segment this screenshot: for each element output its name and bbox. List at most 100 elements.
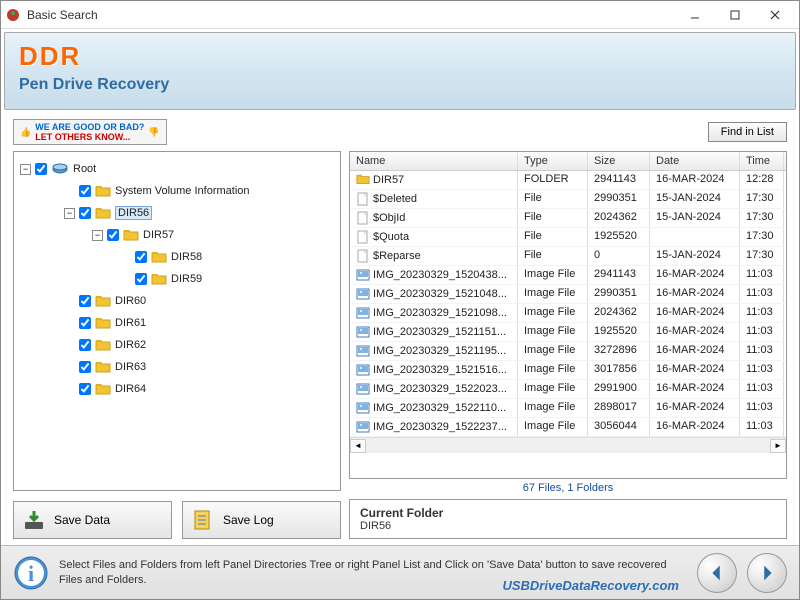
thumbs-down-icon: 👎	[148, 127, 159, 138]
cell-type: File	[518, 190, 588, 208]
toggle-icon[interactable]: −	[64, 208, 75, 219]
tree-checkbox[interactable]	[79, 317, 91, 329]
tree-item[interactable]: −DIR56	[18, 202, 336, 224]
tree-item[interactable]: DIR59	[18, 268, 336, 290]
nav-back-button[interactable]	[697, 553, 737, 593]
tree-label: DIR64	[115, 383, 146, 395]
current-folder-box: Current Folder DIR56	[349, 499, 787, 539]
cell-name: IMG_20230329_1522110...	[350, 399, 518, 417]
promo-button[interactable]: 👍 WE ARE GOOD OR BAD? LET OTHERS KNOW...…	[13, 119, 167, 145]
folder-icon	[95, 206, 111, 220]
cell-time: 17:30	[740, 247, 784, 265]
list-row[interactable]: IMG_20230329_1521098...Image File2024362…	[350, 304, 786, 323]
tree-checkbox[interactable]	[107, 229, 119, 241]
tree-label: DIR59	[171, 273, 202, 285]
image-icon	[356, 344, 370, 358]
tree-checkbox[interactable]	[135, 273, 147, 285]
list-row[interactable]: IMG_20230329_1522237...Image File3056044…	[350, 418, 786, 437]
titlebar: Basic Search	[1, 1, 799, 29]
main-content: − Root System Volume Information−DIR56−D…	[1, 151, 799, 545]
col-name[interactable]: Name	[350, 152, 518, 170]
col-date[interactable]: Date	[650, 152, 740, 170]
col-type[interactable]: Type	[518, 152, 588, 170]
cell-time: 11:03	[740, 323, 784, 341]
tree-item[interactable]: DIR61	[18, 312, 336, 334]
cell-type: Image File	[518, 266, 588, 284]
cell-name: IMG_20230329_1522023...	[350, 380, 518, 398]
image-icon	[356, 420, 370, 434]
image-icon	[356, 268, 370, 282]
tree-item[interactable]: System Volume Information	[18, 180, 336, 202]
tree-item[interactable]: DIR62	[18, 334, 336, 356]
tree-checkbox[interactable]	[135, 251, 147, 263]
cell-name: IMG_20230329_1521098...	[350, 304, 518, 322]
maximize-button[interactable]	[715, 3, 755, 27]
list-row[interactable]: $DeletedFile299035115-JAN-202417:30	[350, 190, 786, 209]
find-in-list-button[interactable]: Find in List	[708, 122, 787, 142]
tree-checkbox[interactable]	[79, 383, 91, 395]
cell-type: FOLDER	[518, 171, 588, 189]
image-icon	[356, 287, 370, 301]
directory-tree[interactable]: − Root System Volume Information−DIR56−D…	[13, 151, 341, 491]
cell-date: 15-JAN-2024	[650, 209, 740, 227]
cell-size: 2024362	[588, 209, 650, 227]
tree-item[interactable]: DIR64	[18, 378, 336, 400]
cell-time: 11:03	[740, 418, 784, 436]
tree-item[interactable]: DIR58	[18, 246, 336, 268]
drive-icon	[51, 162, 69, 176]
list-row[interactable]: $ReparseFile015-JAN-202417:30	[350, 247, 786, 266]
save-data-icon	[22, 508, 46, 532]
cell-name: DIR57	[350, 171, 518, 189]
cell-type: Image File	[518, 418, 588, 436]
cell-name: IMG_20230329_1521195...	[350, 342, 518, 360]
tree-label: DIR58	[171, 251, 202, 263]
left-panel: − Root System Volume Information−DIR56−D…	[13, 151, 341, 539]
folder-icon	[123, 228, 139, 242]
col-size[interactable]: Size	[588, 152, 650, 170]
list-row[interactable]: DIR57FOLDER294114316-MAR-202412:28	[350, 171, 786, 190]
save-data-button[interactable]: Save Data	[13, 501, 172, 539]
tree-checkbox[interactable]	[79, 295, 91, 307]
tree-label: DIR62	[115, 339, 146, 351]
tree-root[interactable]: − Root	[18, 158, 336, 180]
tree-label: Root	[73, 163, 96, 175]
file-list[interactable]: Name Type Size Date Time DIR57FOLDER2941…	[349, 151, 787, 479]
scroll-right-button[interactable]: ►	[770, 439, 786, 453]
close-button[interactable]	[755, 3, 795, 27]
cell-date: 16-MAR-2024	[650, 285, 740, 303]
file-icon	[356, 211, 370, 225]
save-log-button[interactable]: Save Log	[182, 501, 341, 539]
col-time[interactable]: Time	[740, 152, 784, 170]
nav-forward-button[interactable]	[747, 553, 787, 593]
list-row[interactable]: IMG_20230329_1521516...Image File3017856…	[350, 361, 786, 380]
list-row[interactable]: IMG_20230329_1520438...Image File2941143…	[350, 266, 786, 285]
cell-time: 11:03	[740, 380, 784, 398]
list-row[interactable]: $ObjIdFile202436215-JAN-202417:30	[350, 209, 786, 228]
tree-checkbox[interactable]	[79, 207, 91, 219]
image-icon	[356, 306, 370, 320]
tree-label: DIR63	[115, 361, 146, 373]
file-icon	[356, 230, 370, 244]
tree-checkbox[interactable]	[79, 339, 91, 351]
horizontal-scrollbar[interactable]: ◄ ►	[350, 437, 786, 453]
tree-checkbox[interactable]	[79, 361, 91, 373]
tree-item[interactable]: DIR60	[18, 290, 336, 312]
tree-item[interactable]: −DIR57	[18, 224, 336, 246]
cell-size: 3017856	[588, 361, 650, 379]
minimize-button[interactable]	[675, 3, 715, 27]
cell-type: Image File	[518, 399, 588, 417]
toggle-icon[interactable]: −	[92, 230, 103, 241]
cell-name: IMG_20230329_1521151...	[350, 323, 518, 341]
list-row[interactable]: IMG_20230329_1522110...Image File2898017…	[350, 399, 786, 418]
tree-item[interactable]: DIR63	[18, 356, 336, 378]
list-row[interactable]: IMG_20230329_1521195...Image File3272896…	[350, 342, 786, 361]
list-row[interactable]: IMG_20230329_1521151...Image File1925520…	[350, 323, 786, 342]
collapse-icon[interactable]: −	[20, 164, 31, 175]
tree-checkbox[interactable]	[35, 163, 47, 175]
folder-icon	[95, 382, 111, 396]
list-row[interactable]: $QuotaFile192552017:30	[350, 228, 786, 247]
list-row[interactable]: IMG_20230329_1522023...Image File2991900…	[350, 380, 786, 399]
tree-checkbox[interactable]	[79, 185, 91, 197]
list-row[interactable]: IMG_20230329_1521048...Image File2990351…	[350, 285, 786, 304]
scroll-left-button[interactable]: ◄	[350, 439, 366, 453]
